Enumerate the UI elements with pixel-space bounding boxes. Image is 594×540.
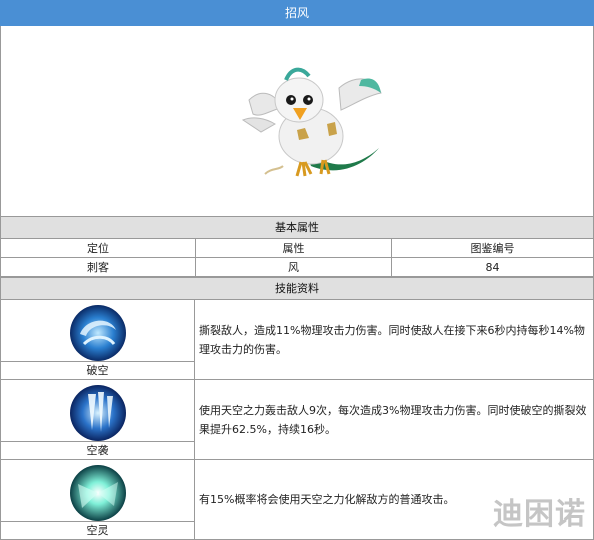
- skill-row: 空袭: [0, 380, 195, 460]
- column-header-codex-number: 图鉴编号: [391, 239, 594, 258]
- skill-name: 空袭: [1, 441, 194, 459]
- page-title: 招风: [0, 0, 594, 26]
- role-value: 刺客: [0, 258, 195, 277]
- skill-description-text: 撕裂敌人，造成11%物理攻击力伤害。同时使敌人在接下来6秒内持每秒14%物理攻击…: [199, 323, 585, 356]
- air-raid-icon: [70, 385, 126, 441]
- skills-header: 技能资料: [0, 277, 594, 300]
- skill-description: 使用天空之力轰击敌人9次，每次造成3%物理攻击力伤害。同时使破空的撕裂效果提升6…: [195, 380, 594, 460]
- basic-attributes-header: 基本属性: [0, 216, 594, 239]
- ethereal-burst-icon: [70, 465, 126, 521]
- column-header-role: 定位: [0, 239, 195, 258]
- griffin-bird-image: [241, 67, 382, 177]
- character-portrait: [0, 26, 594, 216]
- element-value: 风: [195, 258, 391, 277]
- skill-description-text: 有15%概率将会使用天空之力化解敌方的普通攻击。: [199, 493, 455, 506]
- skill-name: 破空: [1, 361, 194, 379]
- skill-description: 撕裂敌人，造成11%物理攻击力伤害。同时使敌人在接下来6秒内持每秒14%物理攻击…: [195, 300, 594, 380]
- skill-row: 破空: [0, 300, 195, 380]
- codex-number-value: 84: [391, 258, 594, 277]
- skill-description-text: 使用天空之力轰击敌人9次，每次造成3%物理攻击力伤害。同时使破空的撕裂效果提升6…: [199, 403, 587, 436]
- skill-row: 空灵: [0, 460, 195, 540]
- column-header-element: 属性: [195, 239, 391, 258]
- watermark: 迪困诺: [493, 497, 586, 532]
- skill-name: 空灵: [1, 521, 194, 539]
- wind-vortex-icon: [70, 305, 126, 361]
